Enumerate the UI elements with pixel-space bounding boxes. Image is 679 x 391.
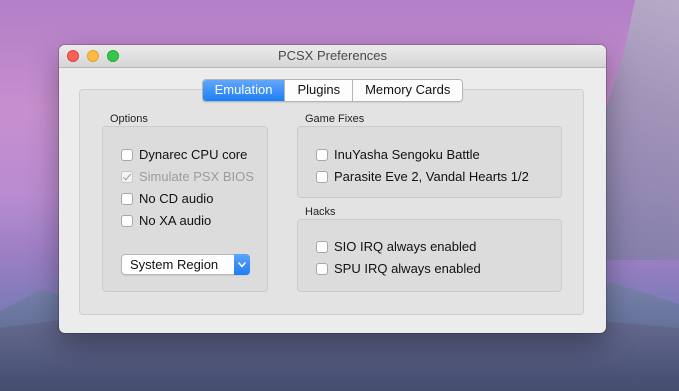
checkbox-no-xa-audio[interactable]: No XA audio: [121, 213, 211, 228]
region-select[interactable]: System Region: [121, 254, 250, 275]
game-fixes-group: [297, 126, 562, 198]
checkbox-icon[interactable]: [316, 148, 328, 161]
checkbox-dynarec[interactable]: Dynarec CPU core: [121, 147, 247, 162]
checkbox-icon[interactable]: [316, 170, 328, 183]
options-label: Options: [110, 113, 148, 125]
checkbox-label: Dynarec CPU core: [139, 147, 248, 162]
tab-emulation[interactable]: Emulation: [202, 80, 285, 101]
checkbox-label: Parasite Eve 2, Vandal Hearts 1/2: [334, 169, 529, 184]
checkbox-label: No CD audio: [139, 191, 214, 206]
checkmark-icon: [121, 170, 133, 183]
hacks-label: Hacks: [305, 206, 336, 218]
game-fixes-label: Game Fixes: [305, 113, 365, 125]
preferences-window: PCSX Preferences Emulation Plugins Memor…: [59, 45, 606, 333]
checkbox-icon[interactable]: [121, 214, 133, 227]
checkbox-simulate-bios: Simulate PSX BIOS: [121, 169, 254, 184]
checkbox-label: SPU IRQ always enabled: [334, 261, 481, 276]
checkbox-inuyasha[interactable]: InuYasha Sengoku Battle: [316, 147, 480, 162]
tab-plugins[interactable]: Plugins: [284, 80, 353, 101]
checkbox-label: Simulate PSX BIOS: [139, 169, 254, 184]
checkbox-sio-irq[interactable]: SIO IRQ always enabled: [316, 239, 476, 254]
window-title: PCSX Preferences: [277, 48, 388, 63]
title-bar: PCSX Preferences: [59, 45, 606, 68]
checkbox-icon[interactable]: [316, 262, 328, 275]
checkbox-label: SIO IRQ always enabled: [334, 239, 477, 254]
tab-memory-cards[interactable]: Memory Cards: [352, 80, 463, 101]
checkbox-icon[interactable]: [121, 148, 133, 161]
checkbox-parasite-eve[interactable]: Parasite Eve 2, Vandal Hearts 1/2: [316, 169, 529, 184]
chevron-down-icon[interactable]: [234, 254, 250, 275]
region-select-value: System Region: [130, 257, 219, 272]
tab-bar: Emulation Plugins Memory Cards: [59, 79, 606, 102]
hacks-group: [297, 219, 562, 292]
checkbox-icon[interactable]: [316, 240, 328, 253]
checkbox-icon[interactable]: [121, 192, 133, 205]
checkbox-label: InuYasha Sengoku Battle: [334, 147, 480, 162]
checkbox-label: No XA audio: [139, 213, 212, 228]
checkbox-no-cd-audio[interactable]: No CD audio: [121, 191, 213, 206]
checkbox-spu-irq[interactable]: SPU IRQ always enabled: [316, 261, 481, 276]
